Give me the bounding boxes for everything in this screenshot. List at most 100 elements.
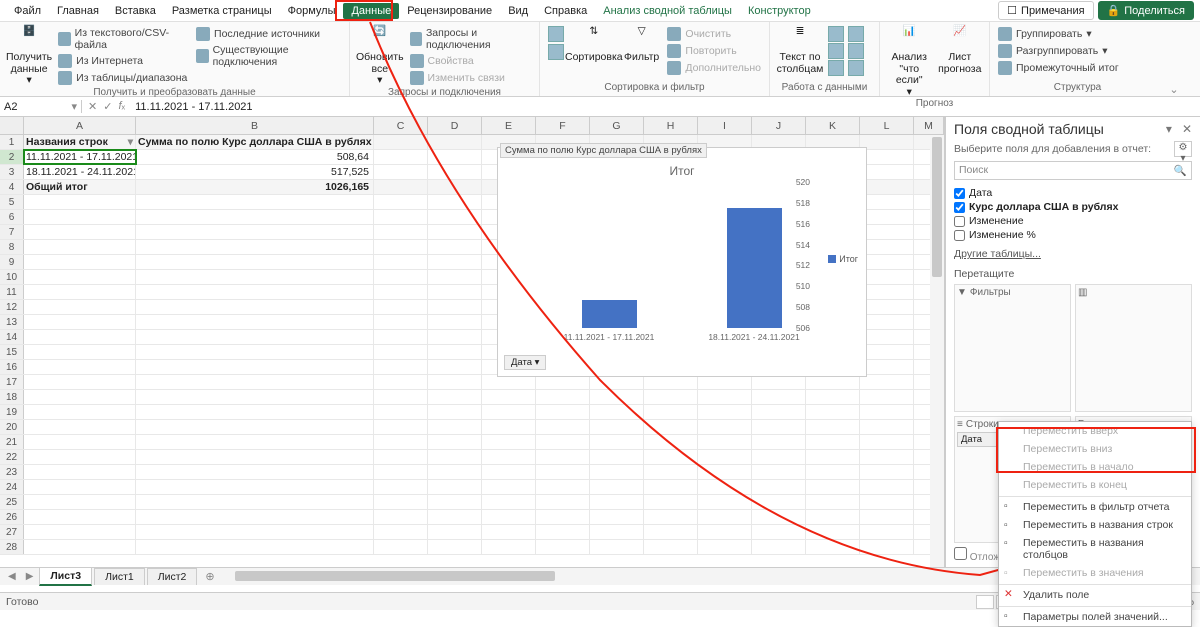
pivot-search-input[interactable]: Поиск🔍: [954, 161, 1192, 180]
ribbon-collapse-button[interactable]: ⌄: [1165, 22, 1183, 96]
menu-formulas[interactable]: Формулы: [280, 3, 344, 19]
menu-page-layout[interactable]: Разметка страницы: [164, 3, 280, 19]
col-header[interactable]: M: [914, 117, 944, 134]
menu-home[interactable]: Главная: [49, 3, 107, 19]
name-box[interactable]: A2▾: [0, 100, 82, 113]
menu-help[interactable]: Справка: [536, 3, 595, 19]
remove-dup-icon[interactable]: [828, 43, 844, 59]
context-menu-item[interactable]: ▫Переместить в названия столбцов: [999, 534, 1191, 564]
sheet-tab[interactable]: Лист1: [94, 568, 145, 585]
from-csv-button[interactable]: Из текстового/CSV-файла: [56, 26, 190, 52]
sheet-tab[interactable]: Лист2: [147, 568, 198, 585]
area-columns[interactable]: ▥: [1075, 284, 1192, 412]
relationships-icon[interactable]: [848, 43, 864, 59]
pane-close-icon[interactable]: ✕: [1182, 122, 1192, 136]
cancel-icon[interactable]: ✕: [88, 100, 97, 113]
select-all-corner[interactable]: [0, 117, 24, 134]
col-header[interactable]: I: [698, 117, 752, 134]
menu-file[interactable]: Файл: [6, 3, 49, 19]
get-data-button[interactable]: 🗄️ Получить данные ▾: [6, 26, 52, 87]
from-web-button[interactable]: Из Интернета: [56, 53, 190, 69]
area-filters[interactable]: ▼ Фильтры: [954, 284, 1071, 412]
other-tables-link[interactable]: Другие таблицы...: [954, 248, 1192, 260]
edit-links-button: Изменить связи: [408, 70, 533, 86]
menu-insert[interactable]: Вставка: [107, 3, 164, 19]
data-model-icon[interactable]: [848, 60, 864, 76]
refresh-all-button[interactable]: 🔄 Обновить все ▾: [356, 26, 404, 87]
menu-view[interactable]: Вид: [500, 3, 536, 19]
context-menu-item[interactable]: ✕Удалить поле: [999, 584, 1191, 604]
sheet-nav-prev[interactable]: ◀: [4, 571, 20, 582]
subtotal-button[interactable]: Промежуточный итог: [996, 60, 1159, 76]
context-menu-item: Переместить вверх: [999, 422, 1191, 440]
pane-gear-button[interactable]: ⚙ ▾: [1174, 141, 1192, 157]
columns-icon: ≣: [788, 26, 812, 50]
col-header[interactable]: A: [24, 117, 136, 134]
sheet-nav-next[interactable]: ▶: [22, 571, 38, 582]
what-if-button[interactable]: 📊Анализ "что если" ▾: [886, 26, 933, 98]
confirm-icon[interactable]: ✓: [103, 100, 112, 113]
col-header[interactable]: B: [136, 117, 374, 134]
col-header[interactable]: H: [644, 117, 698, 134]
chart-title: Итог: [498, 164, 866, 178]
comments-button[interactable]: ☐ Примечания: [998, 1, 1093, 20]
context-menu-item[interactable]: ▫Параметры полей значений...: [999, 606, 1191, 626]
col-header[interactable]: G: [590, 117, 644, 134]
filter-button[interactable]: ▽Фильтр: [622, 26, 662, 64]
ribbon: 🗄️ Получить данные ▾ Из текстового/CSV-ф…: [0, 22, 1200, 97]
col-header[interactable]: E: [482, 117, 536, 134]
queries-button[interactable]: Запросы и подключения: [408, 26, 533, 52]
flash-fill-icon[interactable]: [828, 26, 844, 42]
col-header[interactable]: F: [536, 117, 590, 134]
share-button[interactable]: 🔒 Поделиться: [1098, 1, 1194, 20]
col-header[interactable]: J: [752, 117, 806, 134]
chart-legend: Итог: [828, 254, 858, 264]
consolidate-icon[interactable]: [848, 26, 864, 42]
sheet-tab-active[interactable]: Лист3: [39, 567, 92, 586]
pivot-field-item[interactable]: Дата: [954, 186, 1192, 200]
ribbon-group-label: Структура: [996, 82, 1159, 94]
chart-axis-button[interactable]: Дата ▾: [504, 355, 546, 370]
pivot-field-item[interactable]: Курс доллара США в рублях: [954, 200, 1192, 214]
drag-hint-label: Перетащите: [954, 268, 1192, 280]
pivot-field-item[interactable]: Изменение %: [954, 228, 1192, 242]
col-header[interactable]: K: [806, 117, 860, 134]
formula-input[interactable]: 11.11.2021 - 17.11.2021: [131, 101, 1200, 113]
context-menu-item: Переместить вниз: [999, 440, 1191, 458]
existing-conn-button[interactable]: Существующие подключения: [194, 43, 343, 69]
refresh-icon: 🔄: [368, 26, 392, 50]
pivot-chart[interactable]: Сумма по полю Курс доллара США в рублях …: [497, 147, 867, 377]
view-normal-button[interactable]: [976, 595, 994, 609]
recent-sources-button[interactable]: Последние источники: [194, 26, 343, 42]
vertical-scrollbar[interactable]: [930, 135, 944, 567]
ribbon-group-label: Запросы и подключения: [356, 87, 533, 99]
menu-review[interactable]: Рецензирование: [399, 3, 500, 19]
pivot-pane-title: Поля сводной таблицы: [954, 121, 1104, 137]
new-sheet-button[interactable]: ⊕: [199, 570, 220, 583]
text-to-columns-button[interactable]: ≣Текст по столбцам: [776, 26, 824, 75]
ungroup-button[interactable]: Разгруппировать ▾: [996, 43, 1159, 59]
pivot-field-item[interactable]: Изменение: [954, 214, 1192, 228]
context-menu-item[interactable]: ▫Переместить в фильтр отчета: [999, 496, 1191, 516]
col-header[interactable]: C: [374, 117, 428, 134]
pivot-pane-subtitle: Выберите поля для добавления в отчет:: [954, 143, 1151, 155]
col-header[interactable]: L: [860, 117, 914, 134]
col-header[interactable]: D: [428, 117, 482, 134]
menu-design[interactable]: Конструктор: [740, 3, 819, 19]
context-menu-item[interactable]: ▫Переместить в названия строк: [999, 516, 1191, 534]
menu-data[interactable]: Данные: [343, 3, 399, 19]
data-valid-icon[interactable]: [828, 60, 844, 76]
group-button[interactable]: Группировать ▾: [996, 26, 1159, 42]
from-table-button[interactable]: Из таблицы/диапазона: [56, 70, 190, 86]
sheet-area: A B C D E F G H I J K L M 1Названия стро…: [0, 117, 945, 567]
chart-field-tag[interactable]: Сумма по полю Курс доллара США в рублях: [500, 143, 707, 158]
pane-dropdown-icon[interactable]: ▾: [1166, 122, 1172, 136]
sort-icon: ⇅: [582, 26, 606, 50]
sort-az-button[interactable]: [546, 26, 566, 60]
menu-pivot-analyze[interactable]: Анализ сводной таблицы: [595, 3, 740, 19]
fx-icon[interactable]: fₓ: [118, 100, 125, 113]
defer-update-checkbox[interactable]: [954, 547, 967, 560]
forecast-sheet-button[interactable]: 📈Лист прогноза: [937, 26, 984, 75]
formula-bar: A2▾ ✕ ✓ fₓ 11.11.2021 - 17.11.2021: [0, 97, 1200, 117]
sort-button[interactable]: ⇅Сортировка: [570, 26, 618, 64]
